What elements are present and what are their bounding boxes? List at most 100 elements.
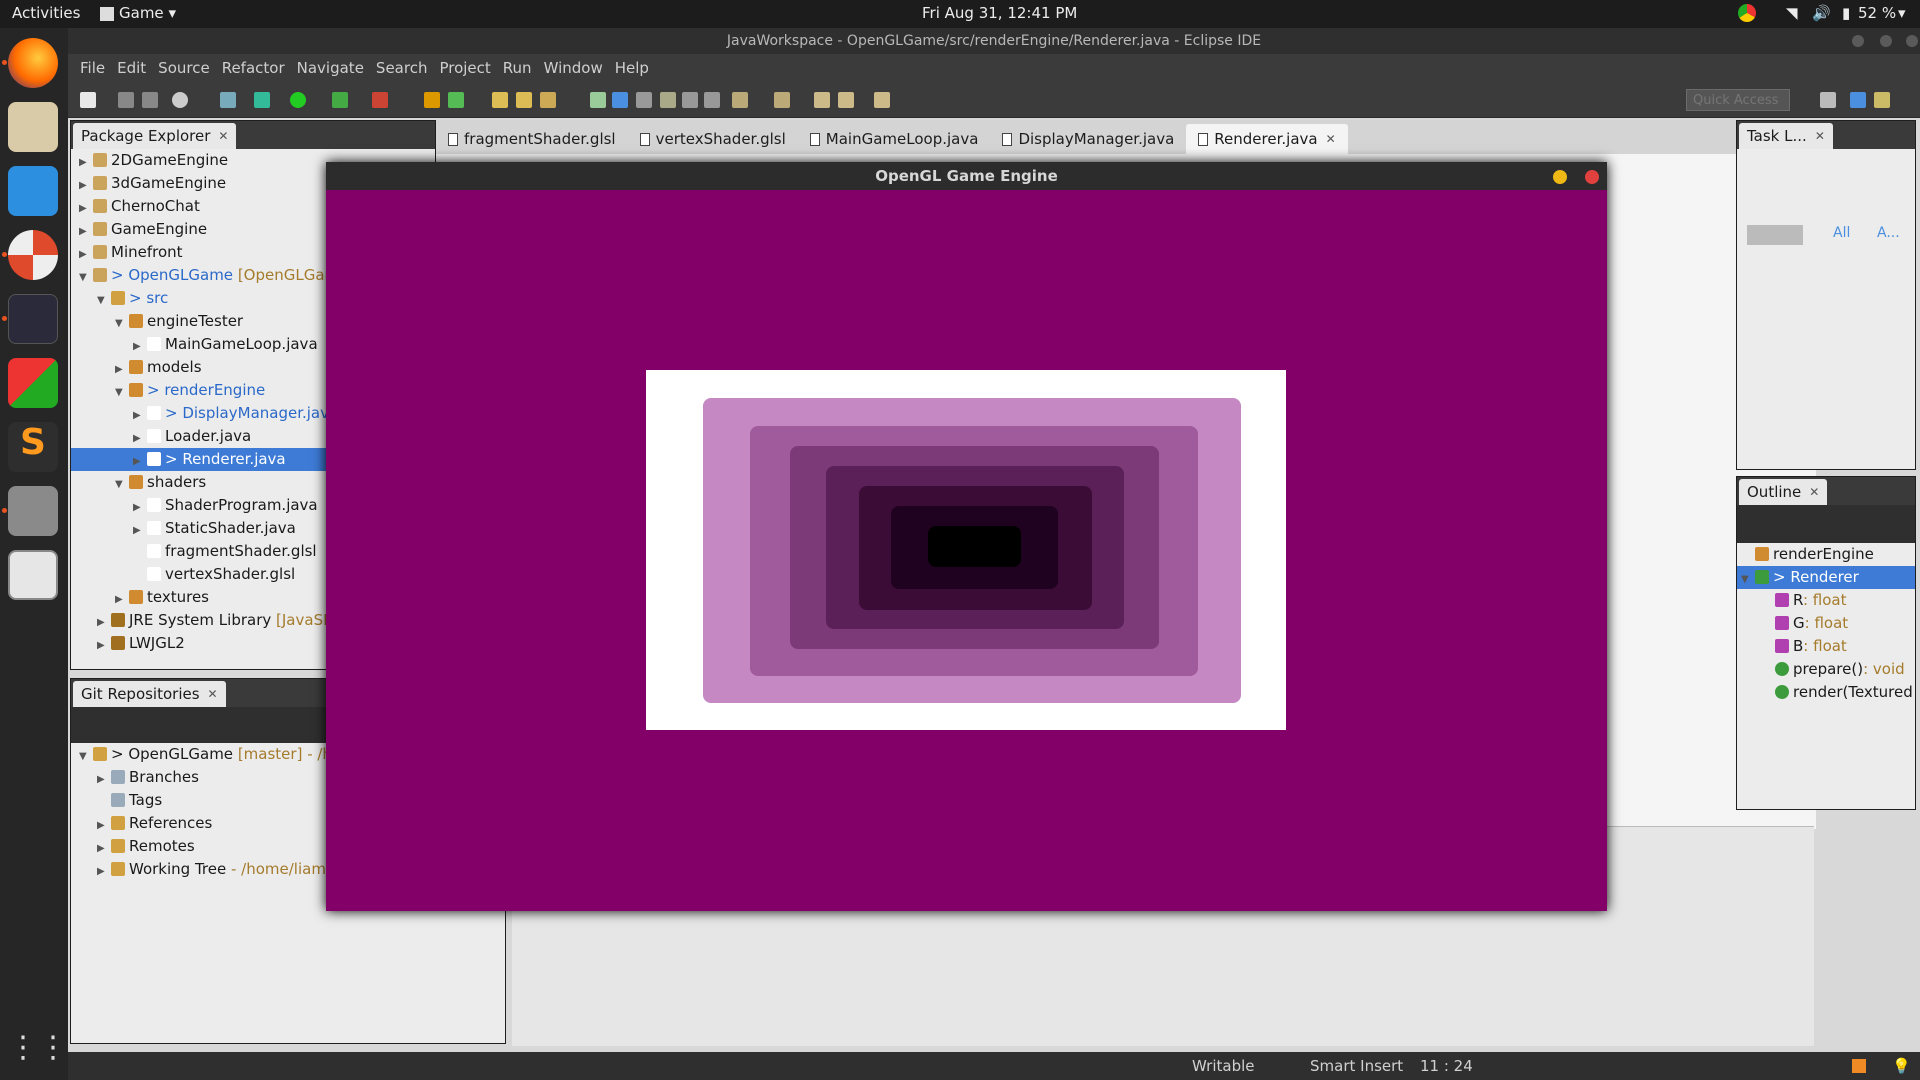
task-filter-input[interactable] [1747,225,1803,245]
wifi-icon[interactable]: ◥ [1786,4,1798,22]
software-center-icon[interactable] [8,358,58,408]
lightbulb-icon[interactable]: 💡 [1892,1057,1911,1075]
filter-all-link[interactable]: All [1833,225,1850,241]
sublime-text-icon[interactable]: S [8,422,58,472]
expand-arrow-icon[interactable]: ▶ [133,519,145,542]
expand-arrow-icon[interactable]: ▶ [97,837,109,860]
outline-item[interactable]: G: float [1737,612,1915,635]
coverage-icon[interactable] [332,92,348,108]
expand-arrow-icon[interactable]: ▶ [97,611,109,634]
new-icon[interactable] [80,92,96,108]
menu-run[interactable]: Run [503,59,532,77]
skip-breakpoints-icon[interactable] [220,92,236,108]
open-perspective-icon[interactable] [1820,92,1836,108]
tab-vertex-shader[interactable]: vertexShader.glsl [628,124,798,154]
tab-renderer[interactable]: Renderer.java ✕ [1186,124,1348,154]
external-tools-icon[interactable] [372,92,388,108]
menu-edit[interactable]: Edit [117,59,146,77]
expand-arrow-icon[interactable]: ▶ [97,860,109,883]
close-icon[interactable]: ✕ [1326,132,1336,146]
tab-package-explorer[interactable]: Package Explorer ✕ [73,123,237,149]
back-icon[interactable] [838,92,854,108]
download-icon[interactable] [8,166,58,216]
expand-arrow-icon[interactable]: ▼ [115,381,127,404]
expand-arrow-icon[interactable]: ▶ [79,197,91,220]
expand-arrow-icon[interactable]: ▶ [79,174,91,197]
expand-arrow-icon[interactable]: ▶ [133,427,145,450]
window-icon[interactable] [8,486,58,536]
volume-icon[interactable]: 🔊 [1812,4,1831,22]
opengl-canvas[interactable] [326,190,1607,911]
debug-icon[interactable] [254,92,270,108]
outline-item[interactable]: R: float [1737,589,1915,612]
chrome-icon[interactable] [1738,4,1756,22]
menu-window[interactable]: Window [544,59,603,77]
menu-search[interactable]: Search [376,59,428,77]
filter-activate-link[interactable]: A... [1877,225,1900,241]
outline-item[interactable]: render(Textured [1737,681,1915,704]
game-app-icon[interactable] [8,550,58,600]
expand-arrow-icon[interactable]: ▶ [133,404,145,427]
word-wrap-icon[interactable] [660,92,676,108]
menu-navigate[interactable]: Navigate [297,59,364,77]
pilcrow-icon[interactable] [704,92,720,108]
mark-occurrences-icon[interactable] [612,92,628,108]
close-button[interactable] [1906,35,1918,47]
files-icon[interactable] [8,102,58,152]
expand-arrow-icon[interactable]: ▶ [79,243,91,266]
show-applications-icon[interactable]: ⋮⋮ [8,1028,68,1078]
expand-arrow-icon[interactable]: ▼ [1741,568,1753,591]
outline-item[interactable]: ▼ > Renderer [1737,566,1915,589]
debug-settings-icon[interactable] [172,92,188,108]
search-icon[interactable] [540,92,556,108]
forward-icon[interactable] [874,92,890,108]
last-edit-icon[interactable] [814,92,830,108]
menu-file[interactable]: File [80,59,105,77]
terminal-icon[interactable] [8,294,58,344]
annotation-icon[interactable] [590,92,606,108]
expand-arrow-icon[interactable]: ▶ [97,768,109,791]
expand-arrow-icon[interactable]: ▶ [133,450,145,473]
save-icon[interactable] [118,92,134,108]
app-menu[interactable]: Game ▾ [100,4,176,22]
system-menu-chevron-icon[interactable]: ▾ [1898,4,1906,22]
java-perspective-icon[interactable] [1850,92,1866,108]
save-all-icon[interactable] [142,92,158,108]
maximize-button[interactable] [1880,35,1892,47]
expand-arrow-icon[interactable]: ▶ [133,496,145,519]
menu-refactor[interactable]: Refactor [222,59,285,77]
show-whitespace-icon[interactable] [682,92,698,108]
tab-fragment-shader[interactable]: fragmentShader.glsl [436,124,628,154]
clock[interactable]: Fri Aug 31, 12:41 PM [922,4,1077,22]
refresh-icon[interactable] [448,92,464,108]
outline-item[interactable]: renderEngine [1737,543,1915,566]
expand-arrow-icon[interactable]: ▼ [79,745,91,768]
outline-item[interactable]: B: float [1737,635,1915,658]
rss-icon[interactable] [1852,1059,1866,1073]
close-icon[interactable]: ✕ [1815,129,1825,143]
minimize-button[interactable] [1553,170,1567,184]
expand-arrow-icon[interactable]: ▼ [79,266,91,289]
expand-arrow-icon[interactable]: ▶ [115,358,127,381]
expand-arrow-icon[interactable]: ▶ [97,634,109,657]
tab-outline[interactable]: Outline ✕ [1739,479,1828,505]
tab-display-manager[interactable]: DisplayManager.java [990,124,1186,154]
new-java-project-icon[interactable] [424,92,440,108]
block-selection-icon[interactable] [636,92,652,108]
firefox-icon[interactable] [8,38,58,88]
minimize-button[interactable] [1852,35,1864,47]
open-task-icon[interactable] [516,92,532,108]
quick-access-input[interactable] [1686,89,1790,111]
close-icon[interactable]: ✕ [208,687,218,701]
open-type-icon[interactable] [492,92,508,108]
expand-arrow-icon[interactable]: ▶ [97,814,109,837]
close-icon[interactable]: ✕ [218,129,228,143]
tab-git-repositories[interactable]: Git Repositories ✕ [73,681,226,707]
tab-task-list[interactable]: Task L... ✕ [1739,123,1833,149]
previous-annotation-icon[interactable] [774,92,790,108]
help-lifebuoy-icon[interactable] [8,230,58,280]
close-icon[interactable]: ✕ [1809,485,1819,499]
menu-source[interactable]: Source [158,59,210,77]
run-icon[interactable] [290,92,306,108]
next-annotation-icon[interactable] [732,92,748,108]
